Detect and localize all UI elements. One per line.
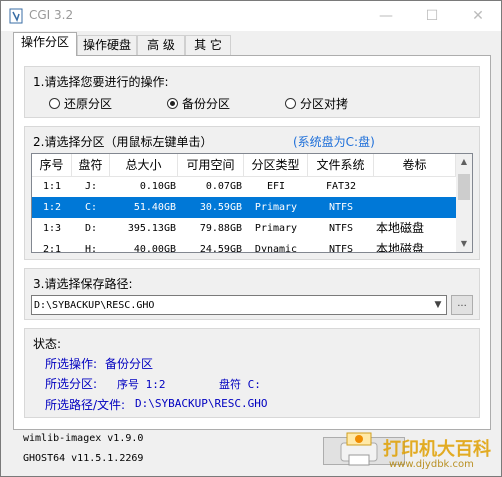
wimlib-version: wimlib-imagex v1.9.0: [23, 433, 144, 444]
col-index[interactable]: 序号: [32, 154, 72, 176]
cell-drive: J:: [84, 181, 98, 192]
radio-copy-label: 分区对拷: [300, 97, 349, 111]
status-title: 状态:: [33, 337, 62, 351]
status-op-label: 所选操作:: [45, 357, 98, 371]
save-path-label: 3.请选择保存路径:: [33, 277, 133, 291]
status-group: 状态: 所选操作: 备份分区 所选分区: 序号 1:2 盘符 C: 所选路径/文…: [24, 328, 480, 418]
save-path-combobox[interactable]: ▼: [31, 295, 447, 315]
cell-fs: NTFS: [328, 202, 354, 213]
radio-backup-label: 备份分区: [182, 97, 231, 111]
table-row[interactable]: 1:1 J: 0.10GB 0.07GB EFI FAT32: [32, 176, 456, 197]
list-scrollbar[interactable]: ▲ ▼: [456, 154, 472, 252]
cell-drive: C:: [84, 202, 98, 213]
col-total[interactable]: 总大小: [110, 154, 178, 176]
title-bar: CGI 3.2 — ☐ ✕: [1, 1, 501, 31]
printer-logo-icon: [340, 432, 378, 466]
maximize-button[interactable]: ☐: [409, 1, 455, 31]
status-part-index: 序号 1:2: [117, 378, 166, 391]
cell-index: 2:1: [42, 244, 62, 253]
tab-disk[interactable]: 操作硬盘: [77, 35, 137, 56]
cell-type: Primary: [254, 223, 298, 234]
col-type[interactable]: 分区类型: [244, 154, 308, 176]
table-row[interactable]: 2:1 H: 40.00GB 24.59GB Dynamic NTFS 本地磁盘: [32, 239, 456, 253]
app-icon: [9, 8, 23, 24]
tab-advanced[interactable]: 高 级: [137, 35, 185, 56]
cell-index: 1:2: [42, 202, 62, 213]
tab-partition[interactable]: 操作分区: [13, 32, 77, 56]
col-free[interactable]: 可用空间: [178, 154, 244, 176]
minimize-icon: —: [379, 8, 393, 24]
radio-restore-circle[interactable]: [49, 98, 60, 109]
status-path-label: 所选路径/文件:: [45, 398, 126, 412]
save-path-input[interactable]: [34, 297, 426, 313]
cell-label: 本地磁盘: [376, 242, 425, 253]
partition-list[interactable]: 序号 盘符 总大小 可用空间 分区类型 文件系统 卷标 1:1 J: 0.10G…: [31, 153, 473, 253]
close-icon: ✕: [472, 8, 484, 24]
cell-type: Dynamic: [254, 244, 298, 253]
app-window: CGI 3.2 — ☐ ✕ 操作分区 操作硬盘 高 级 其 它 1.请选择您要进…: [0, 0, 502, 477]
radio-copy[interactable]: 分区对拷: [285, 95, 348, 112]
operation-label: 1.请选择您要进行的操作:: [33, 75, 169, 89]
table-row-selected[interactable]: 1:2 C: 51.40GB 30.59GB Primary NTFS: [32, 197, 456, 218]
close-button[interactable]: ✕: [455, 1, 501, 31]
window-title: CGI 3.2: [29, 8, 74, 22]
cell-label: [374, 197, 456, 218]
cell-fs: NTFS: [328, 223, 354, 234]
col-fs[interactable]: 文件系统: [308, 154, 374, 176]
cell-drive: H:: [84, 244, 98, 253]
col-label[interactable]: 卷标: [374, 154, 456, 176]
scroll-up-icon[interactable]: ▲: [456, 154, 472, 170]
minimize-button[interactable]: —: [363, 1, 409, 31]
cell-type: EFI: [266, 181, 286, 192]
status-part-label: 所选分区:: [45, 377, 98, 391]
watermark-url: www.djydbk.com: [389, 459, 474, 470]
cell-total: 395.13GB: [127, 223, 176, 234]
chevron-down-icon[interactable]: ▼: [430, 296, 446, 314]
radio-backup-circle[interactable]: [167, 98, 178, 109]
cell-free: 24.59GB: [199, 244, 242, 253]
ghost-version: GHOST64 v11.5.1.2269: [23, 453, 144, 464]
cell-total: 51.40GB: [133, 202, 176, 213]
list-body: 1:1 J: 0.10GB 0.07GB EFI FAT32 1:2 C: 51…: [32, 176, 456, 253]
browse-button[interactable]: ...: [451, 295, 473, 315]
cell-free: 30.59GB: [199, 202, 242, 213]
radio-restore[interactable]: 还原分区: [49, 95, 112, 112]
cell-free: 0.07GB: [205, 181, 242, 192]
status-path-value: D:\SYBACKUP\RESC.GHO: [135, 397, 268, 410]
radio-backup[interactable]: 备份分区: [167, 95, 230, 112]
cell-index: 1:3: [42, 223, 62, 234]
cell-type: Primary: [254, 202, 298, 213]
table-row[interactable]: 1:3 D: 395.13GB 79.88GB Primary NTFS 本地磁…: [32, 218, 456, 239]
watermark-site: 打印机大百科: [383, 439, 491, 460]
cell-total: 40.00GB: [133, 244, 176, 253]
status-part-drive: 盘符 C:: [219, 378, 261, 391]
partition-label: 2.请选择分区（用鼠标左键单击）: [33, 135, 213, 149]
cell-index: 1:1: [42, 181, 62, 192]
watermark: 打印机大百科 www.djydbk.com: [337, 421, 497, 477]
tab-other[interactable]: 其 它: [185, 35, 231, 56]
cell-label: [374, 176, 456, 197]
radio-restore-label: 还原分区: [64, 97, 113, 111]
cell-total: 0.10GB: [139, 181, 176, 192]
cell-drive: D:: [84, 223, 98, 234]
cell-free: 79.88GB: [199, 223, 242, 234]
scroll-thumb[interactable]: [458, 174, 470, 200]
cell-fs: FAT32: [325, 181, 357, 192]
col-drive[interactable]: 盘符: [72, 154, 110, 176]
maximize-icon: ☐: [425, 8, 439, 24]
operation-group: 1.请选择您要进行的操作: 还原分区 备份分区 分区对拷: [24, 66, 480, 118]
status-op-value: 备份分区: [105, 357, 154, 371]
radio-copy-circle[interactable]: [285, 98, 296, 109]
scroll-down-icon[interactable]: ▼: [456, 236, 472, 252]
list-header: 序号 盘符 总大小 可用空间 分区类型 文件系统 卷标: [32, 154, 456, 177]
cell-label: 本地磁盘: [376, 221, 425, 235]
system-disk-note: (系统盘为C:盘): [293, 135, 375, 149]
tab-strip: 操作分区 操作硬盘 高 级 其 它: [1, 31, 501, 56]
cell-fs: NTFS: [328, 244, 354, 253]
